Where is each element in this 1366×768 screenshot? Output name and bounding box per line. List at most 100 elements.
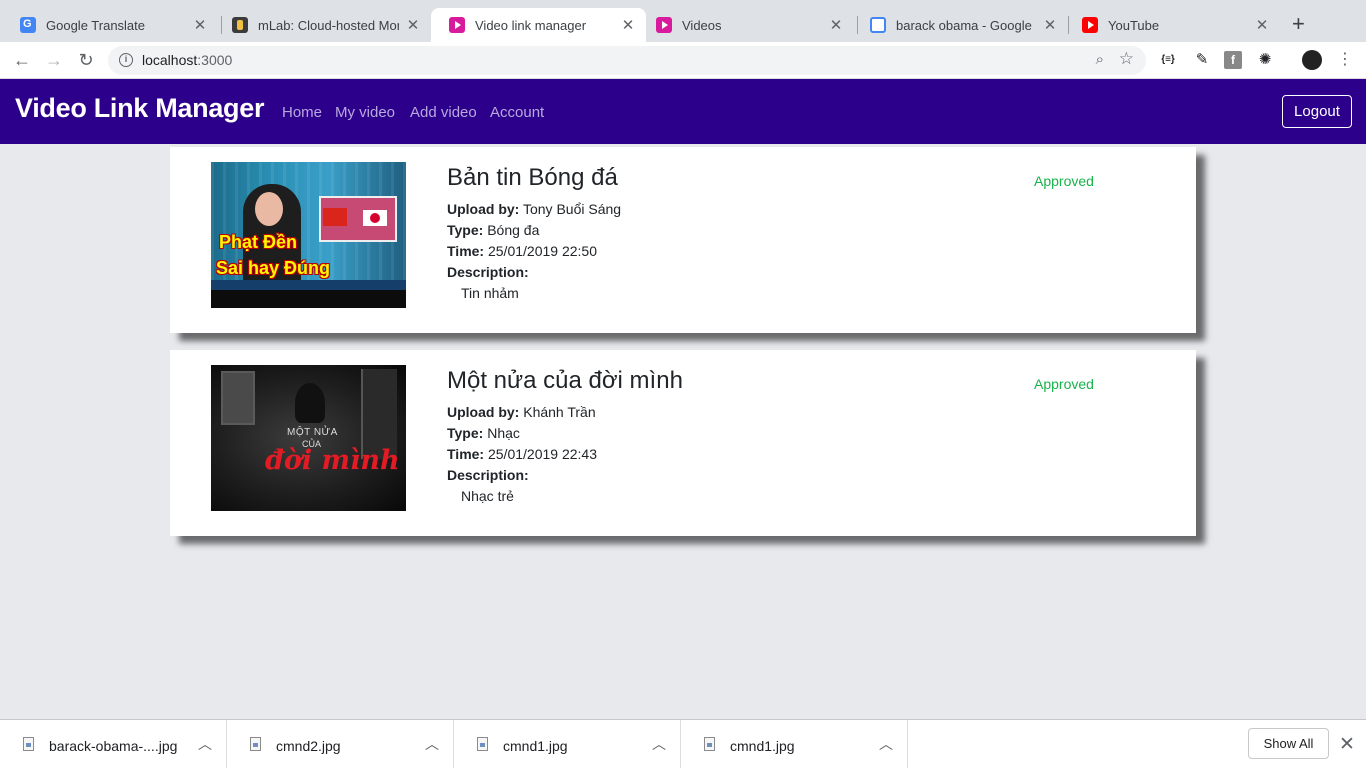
tab-title: Google Translate [46,17,146,33]
nav-my-video[interactable]: My video [335,104,395,121]
image-file-icon [477,737,488,751]
forward-arrow-icon[interactable]: → [42,48,66,72]
video-card: MỘT NỬA CỦA đời mình Một nửa của đời mìn… [170,350,1196,536]
brand-title[interactable]: Video Link Manager [15,93,264,124]
download-item[interactable]: cmnd1.jpg ︿ [454,720,681,768]
browser-menu-icon[interactable]: ⋮ [1336,51,1354,69]
nav-home[interactable]: Home [282,104,322,121]
bookmark-star-icon[interactable]: ☆ [1119,49,1134,69]
video-meta: Upload by: Tony Buổi Sáng Type: Bóng đa … [447,199,621,304]
image-file-icon [23,737,34,751]
thumbnail-ticker [211,290,406,308]
tab-title: Videos [682,17,722,33]
type-row: Type: Bóng đa [447,220,621,241]
zoom-icon[interactable]: ⌕ [1096,51,1104,68]
time-row: Time: 25/01/2019 22:43 [447,444,597,465]
json-viewer-extension-icon[interactable]: {≡} [1159,51,1177,69]
type-value: Nhạc [487,425,520,441]
thumbnail-presenter-face [255,192,283,226]
nav-add-video[interactable]: Add video [410,104,477,121]
thumbnail-caption: Phạt Đền [219,232,298,252]
download-shelf: barack-obama-....jpg ︿ cmnd2.jpg ︿ cmnd1… [0,719,1366,768]
tab-title: barack obama - Google Se [896,17,1036,33]
close-icon[interactable]: ✕ [405,16,421,34]
logout-button[interactable]: Logout [1282,95,1352,128]
chevron-up-icon[interactable]: ︿ [198,734,212,754]
reload-icon[interactable]: ↻ [74,48,98,72]
thumbnail-figure [295,383,325,423]
status-badge: Approved [1034,173,1094,189]
google-icon [870,17,886,33]
browser-toolbar: ← → ↻ i localhost:3000 ⌕ ☆ {≡} ✎ f ✺ ⋮ [0,42,1366,79]
thumbnail-flag [323,208,347,226]
uploader-value: Tony Buổi Sáng [522,201,622,217]
profile-avatar[interactable] [1302,50,1322,70]
tab-video-link-manager[interactable]: Video link manager ✕ [431,8,646,42]
close-icon[interactable]: ✕ [1254,16,1270,34]
chevron-up-icon[interactable]: ︿ [425,734,439,754]
tab-title: YouTube [1108,17,1160,33]
tab-videos[interactable]: Videos ✕ [638,8,854,42]
download-filename: cmnd2.jpg [276,738,341,754]
thumbnail-window [221,371,255,425]
video-title[interactable]: Bản tin Bóng đá [447,164,618,192]
chevron-up-icon[interactable]: ︿ [879,734,893,754]
description-row: Description: [447,465,597,486]
facebook-extension-icon[interactable]: f [1224,51,1242,69]
address-bar[interactable]: i localhost:3000 ⌕ ☆ [108,46,1146,75]
upload-by-label: Upload by: [447,201,520,217]
close-icon[interactable]: ✕ [1042,16,1058,34]
description-row: Description: [447,262,621,283]
image-file-icon [250,737,261,751]
description-value: Tin nhảm [461,285,519,301]
close-icon[interactable]: ✕ [192,16,208,34]
download-item[interactable]: cmnd1.jpg ︿ [681,720,908,768]
video-card: Phạt Đền Sai hay Đúng Bản tin Bóng đá Ap… [170,147,1196,333]
new-tab-plus-icon[interactable]: + [1292,13,1305,35]
eyedropper-extension-icon[interactable]: ✎ [1193,51,1211,69]
thumbnail-caption: Sai hay Đúng [216,258,331,278]
tab-youtube[interactable]: YouTube ✕ [1064,8,1280,42]
tab-mlab[interactable]: mLab: Cloud-hosted Mong ✕ [214,8,431,42]
close-icon[interactable]: ✕ [828,16,844,34]
type-row: Type: Nhạc [447,423,597,444]
upload-by-label: Upload by: [447,404,520,420]
show-all-button[interactable]: Show All [1248,728,1329,759]
tab-google-translate[interactable]: Google Translate ✕ [2,8,218,42]
upload-by-row: Upload by: Khánh Trần [447,402,597,423]
tab-google-search[interactable]: barack obama - Google Se ✕ [852,8,1068,42]
time-label: Time: [447,243,485,259]
download-filename: barack-obama-....jpg [49,738,178,754]
nav-account[interactable]: Account [490,104,544,121]
app-navbar: Video Link Manager Home My video Add vid… [0,79,1366,144]
video-play-icon [656,17,672,33]
time-label: Time: [447,446,485,462]
info-icon[interactable]: i [119,53,133,67]
url-host: localhost [142,52,198,68]
time-value: 25/01/2019 22:43 [487,446,597,462]
time-row: Time: 25/01/2019 22:50 [447,241,621,262]
browser-tab-strip: Google Translate ✕ mLab: Cloud-hosted Mo… [0,0,1366,42]
thumbnail-caption: đời mình [265,445,400,476]
description-label: Description: [447,467,529,483]
close-icon[interactable]: ✕ [620,16,636,34]
url-port: :3000 [197,52,233,68]
video-title[interactable]: Một nửa của đời mình [447,367,683,395]
thumbnail-caption: MỘT NỬA [287,427,338,438]
type-label: Type: [447,222,484,238]
video-meta: Upload by: Khánh Trần Type: Nhạc Time: 2… [447,402,597,507]
uploader-value: Khánh Trần [523,404,596,420]
download-item[interactable]: barack-obama-....jpg ︿ [0,720,227,768]
thumbnail-ticker [211,280,406,290]
video-thumbnail[interactable]: MỘT NỬA CỦA đời mình [211,365,406,511]
close-icon[interactable]: ✕ [1339,733,1355,756]
upload-by-row: Upload by: Tony Buổi Sáng [447,199,621,220]
download-item[interactable]: cmnd2.jpg ︿ [227,720,454,768]
status-badge: Approved [1034,376,1094,392]
video-thumbnail[interactable]: Phạt Đền Sai hay Đúng [211,162,406,308]
extension-icon[interactable]: ✺ [1256,51,1274,69]
description-value: Nhạc trẻ [461,488,514,504]
youtube-icon [1082,17,1098,33]
chevron-up-icon[interactable]: ︿ [652,734,666,754]
back-arrow-icon[interactable]: ← [10,48,34,72]
